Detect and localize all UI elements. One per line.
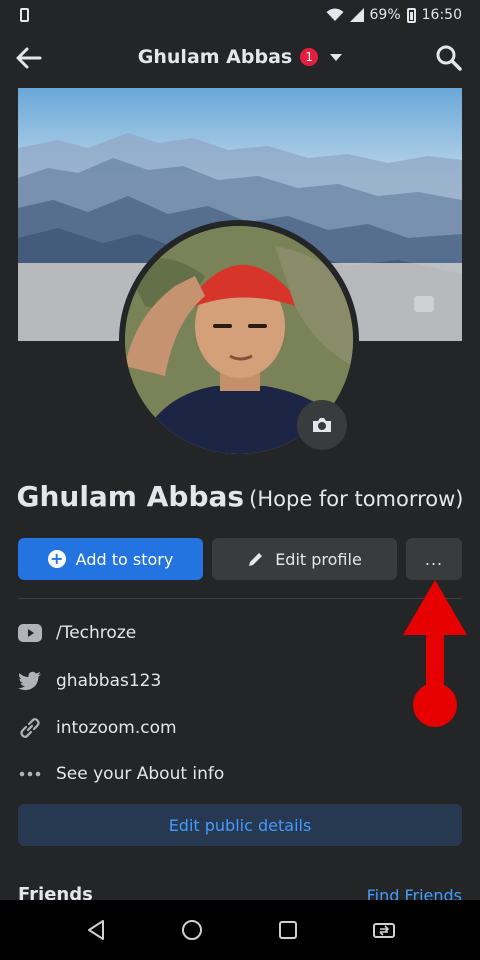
youtube-icon <box>18 621 42 645</box>
cover-camera-icon[interactable] <box>414 296 434 312</box>
battery-icon <box>406 7 416 23</box>
profile-switcher[interactable]: Ghulam Abbas 1 <box>0 46 480 68</box>
plus-icon: + <box>47 550 66 568</box>
clock: 16:50 <box>421 7 462 23</box>
profile-name-text: Ghulam Abbas <box>16 480 245 513</box>
app-bar: Ghulam Abbas 1 <box>0 30 480 88</box>
battery-saver-icon <box>20 8 29 22</box>
twitter-icon <box>18 669 42 693</box>
chevron-down-icon <box>330 53 343 61</box>
battery-percent: 69% <box>369 7 401 23</box>
search-icon[interactable] <box>434 43 464 73</box>
website-text: intozoom.com <box>56 718 177 738</box>
info-row-website[interactable]: intozoom.com <box>18 713 177 743</box>
edit-public-details-button[interactable]: Edit public details <box>18 804 462 846</box>
system-navigation-bar <box>0 900 480 960</box>
add-to-story-label: Add to story <box>75 549 174 569</box>
nav-home-icon[interactable] <box>180 918 204 942</box>
more-dots-icon <box>18 762 42 786</box>
info-row-youtube[interactable]: /Techroze <box>18 618 136 648</box>
notification-badge: 1 <box>300 48 319 66</box>
add-to-story-button[interactable]: + Add to story <box>18 538 203 580</box>
info-row-about[interactable]: See your About info <box>18 759 224 789</box>
avatar-camera-icon[interactable] <box>297 400 347 450</box>
annotation-arrow-icon <box>403 580 467 727</box>
wifi-icon <box>326 8 344 21</box>
more-options-button[interactable]: ... <box>406 538 462 580</box>
more-dots-icon: ... <box>424 549 444 569</box>
signal-icon <box>349 8 364 22</box>
youtube-text: /Techroze <box>56 623 137 643</box>
pencil-icon <box>249 553 263 566</box>
about-text: See your About info <box>56 764 225 784</box>
nav-recents-icon[interactable] <box>276 918 300 942</box>
edit-profile-button[interactable]: Edit profile <box>212 538 397 580</box>
profile-nickname: (Hope for tomorrow) <box>249 487 464 511</box>
twitter-text: ghabbas123 <box>56 671 162 691</box>
nav-back-icon[interactable] <box>84 918 108 942</box>
info-row-twitter[interactable]: ghabbas123 <box>18 666 161 696</box>
divider <box>18 598 462 599</box>
edit-public-details-label: Edit public details <box>168 815 312 835</box>
status-bar: 69% 16:50 <box>0 0 480 30</box>
profile-actions: + Add to story Edit profile ... <box>18 538 462 580</box>
link-icon <box>18 716 42 740</box>
profile-name: Ghulam Abbas (Hope for tomorrow) <box>0 480 480 513</box>
nav-switch-app-icon[interactable] <box>372 918 396 942</box>
edit-profile-label: Edit profile <box>275 549 362 569</box>
page-title: Ghulam Abbas <box>137 46 293 68</box>
